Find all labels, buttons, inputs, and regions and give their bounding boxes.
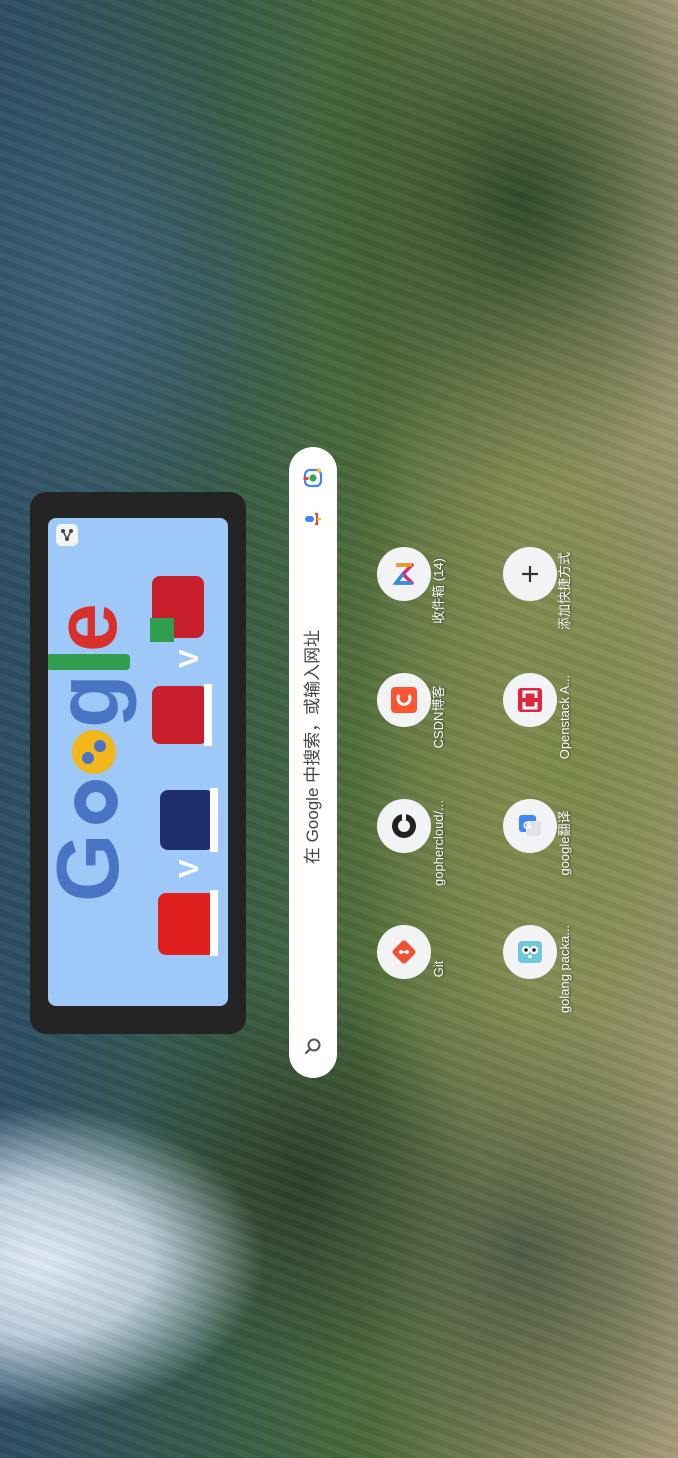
search-placeholder: 在 Google 中搜索，或输入网址 [303,629,322,865]
google-doodle[interactable]: G g e [48,518,228,1006]
csdn-icon [391,687,417,713]
search-box[interactable]: 在 Google 中搜索，或输入网址 [289,447,337,1078]
shortcut-csdn-label: CSDN博客 [431,685,446,749]
shortcut-git[interactable] [377,925,431,979]
translate-icon: G [519,815,541,836]
git-icon [392,940,416,964]
shortcut-gophercloud[interactable] [377,799,431,853]
doodle-illustration: G g e [48,576,218,956]
shortcut-csdn[interactable] [377,673,431,727]
svg-text:V: V [173,649,204,668]
svg-text:g: g [48,674,137,728]
openstack-icon [518,688,542,712]
new-tab-page: G g e [0,0,678,1458]
gopher-icon [518,941,542,963]
add-shortcut-label: 添加快捷方式 [557,552,572,631]
shortcut-inbox-label: 收件箱 (14) [431,558,446,624]
plus-icon [522,566,538,582]
svg-text:V: V [173,859,204,878]
google-lens-icon[interactable] [302,467,324,489]
sigma-icon [392,563,414,585]
shortcut-inbox[interactable] [377,547,431,601]
doodle-card: G g e [30,492,246,1034]
svg-text:G: G [48,834,137,902]
github-icon [392,814,416,838]
sneaker-illustrations: V V [150,576,218,956]
shortcut-golang-packages-label: golang packa... [557,924,572,1014]
shortcut-gophercloud-label: gophercloud/... [431,800,446,887]
shortcut-openstack-label: Openstack A... [557,674,572,760]
shortcut-google-translate-label: google翻译 [557,810,572,876]
svg-text:e: e [48,603,135,652]
search-icon [304,1038,321,1055]
shortcut-golang-packages[interactable] [503,925,557,979]
share-icon [61,529,73,541]
shortcut-openstack[interactable] [503,673,557,727]
doodle-share-button[interactable] [56,524,78,546]
voice-search-icon[interactable] [303,509,323,529]
shortcut-git-label: Git [431,960,446,978]
shortcut-google-translate[interactable]: G [503,799,557,853]
svg-text:G: G [523,820,532,832]
add-shortcut-button[interactable] [503,547,557,601]
